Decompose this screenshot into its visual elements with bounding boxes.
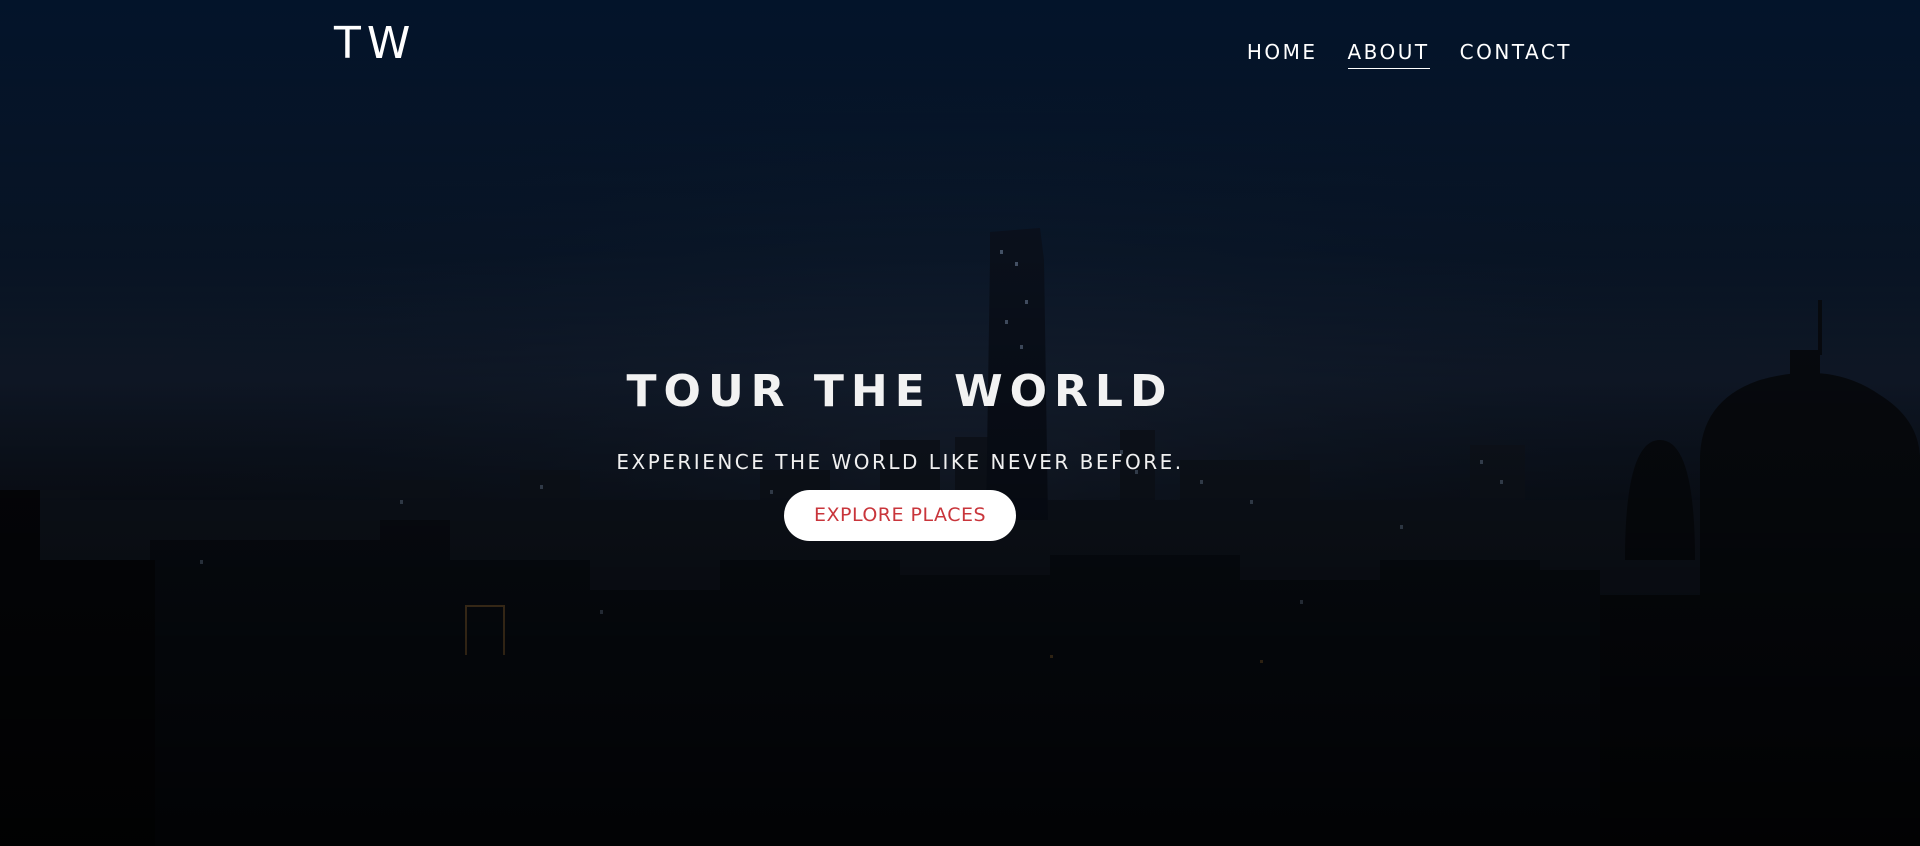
nav-link-contact[interactable]: CONTACT xyxy=(1460,40,1572,68)
hero-section: TW HOME ABOUT CONTACT TOUR THE WORLD EXP… xyxy=(0,0,1920,846)
cta-wrapper: EXPLORE PLACES xyxy=(0,490,1800,542)
nav-link-home[interactable]: HOME xyxy=(1247,40,1318,68)
explore-places-button[interactable]: EXPLORE PLACES xyxy=(783,490,1017,542)
top-navigation: TW HOME ABOUT CONTACT xyxy=(0,0,1920,100)
nav-item-home: HOME xyxy=(1247,42,1318,63)
nav-link-about[interactable]: ABOUT xyxy=(1347,40,1430,69)
nav-item-contact: CONTACT xyxy=(1460,42,1572,63)
hero-title: TOUR THE WORLD xyxy=(626,366,1174,417)
hero-subtitle: EXPERIENCE THE WORLD LIKE NEVER BEFORE. xyxy=(616,450,1184,475)
nav-item-about: ABOUT xyxy=(1347,40,1430,69)
hero-content: TOUR THE WORLD EXPERIENCE THE WORLD LIKE… xyxy=(0,366,1800,542)
nav-menu: HOME ABOUT CONTACT xyxy=(1247,40,1572,69)
site-logo[interactable]: TW xyxy=(334,22,416,66)
